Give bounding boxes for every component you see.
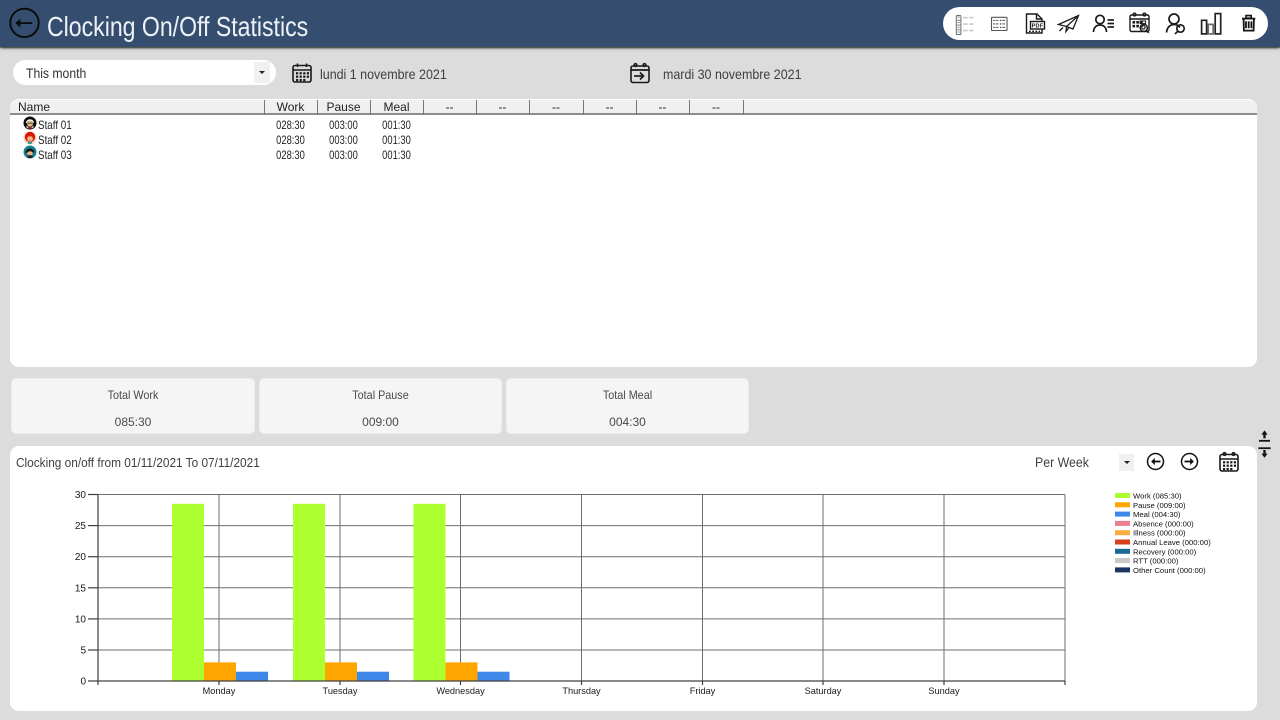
- svg-text:RTT (000:00): RTT (000:00): [1133, 557, 1179, 566]
- svg-text:Wednesday: Wednesday: [436, 686, 485, 696]
- svg-text:0: 0: [80, 677, 86, 688]
- svg-text:15: 15: [75, 583, 87, 594]
- svg-text:Pause (009:00): Pause (009:00): [1133, 501, 1186, 510]
- svg-text:30: 30: [75, 490, 87, 501]
- svg-text:20: 20: [75, 552, 87, 563]
- svg-text:Monday: Monday: [203, 686, 236, 696]
- svg-text:Thursday: Thursday: [562, 686, 601, 696]
- svg-text:PDF: PDF: [1032, 23, 1044, 29]
- svg-text:Work (085:30): Work (085:30): [1133, 492, 1182, 501]
- svg-text:Absence (000:00): Absence (000:00): [1133, 519, 1194, 528]
- svg-text:Tuesday: Tuesday: [323, 686, 358, 696]
- svg-text:5: 5: [80, 646, 86, 657]
- svg-text:Sunday: Sunday: [928, 686, 960, 696]
- svg-text:Meal (004:30): Meal (004:30): [1133, 510, 1181, 519]
- svg-text:Recovery (000:00): Recovery (000:00): [1133, 547, 1197, 556]
- svg-text:25: 25: [75, 521, 87, 532]
- svg-text:Other Count (000:00): Other Count (000:00): [1133, 566, 1206, 575]
- svg-text:Saturday: Saturday: [805, 686, 842, 696]
- svg-text:Illness (000:00): Illness (000:00): [1133, 529, 1186, 538]
- svg-text:10: 10: [75, 614, 87, 625]
- svg-text:Annual Leave (000:00): Annual Leave (000:00): [1133, 538, 1211, 547]
- svg-text:Friday: Friday: [690, 686, 716, 696]
